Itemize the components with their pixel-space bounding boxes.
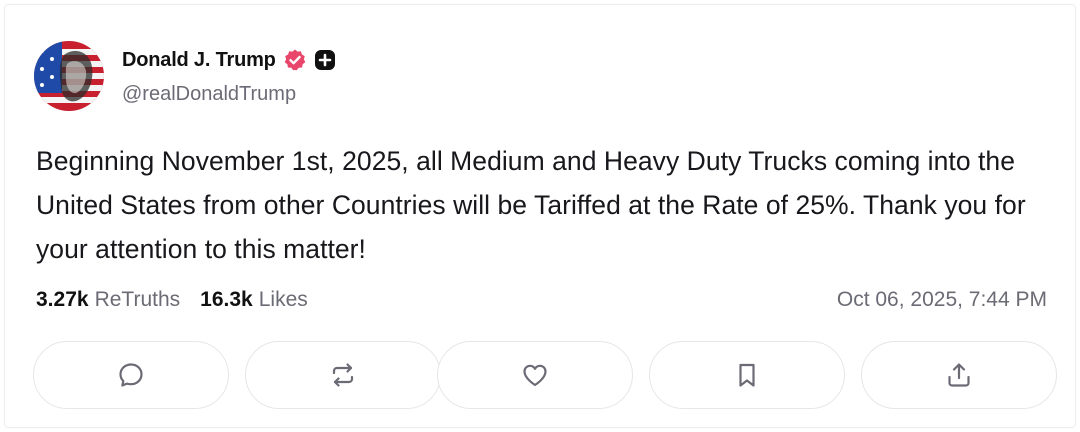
post-card: Donald J. Trump @realDonaldTrump Beginni… xyxy=(4,4,1076,428)
reply-button[interactable] xyxy=(33,341,229,409)
verified-badge-icon xyxy=(284,49,305,71)
repost-icon xyxy=(332,363,354,387)
retruth-button[interactable] xyxy=(245,341,441,409)
bookmark-button[interactable] xyxy=(649,341,845,409)
author-handle[interactable]: @realDonaldTrump xyxy=(122,83,296,106)
post-stats: 3.27k ReTruths 16.3k Likes xyxy=(36,288,308,312)
share-button[interactable] xyxy=(861,341,1057,409)
retruths-label[interactable]: ReTruths xyxy=(95,288,181,312)
share-icon xyxy=(948,363,970,387)
avatar[interactable] xyxy=(34,41,104,111)
likes-label[interactable]: Likes xyxy=(259,288,308,312)
avatar-icon xyxy=(34,41,104,111)
post-text: Beginning November 1st, 2025, all Medium… xyxy=(36,146,1026,264)
post-timestamp: Oct 06, 2025, 7:44 PM xyxy=(836,288,1047,311)
author-name-row: Donald J. Trump xyxy=(122,47,337,73)
like-button[interactable] xyxy=(437,341,633,409)
plus-badge-icon xyxy=(314,50,335,70)
heart-icon xyxy=(523,364,547,387)
likes-count[interactable]: 16.3k xyxy=(200,288,253,312)
bookmark-icon xyxy=(739,363,755,387)
comment-icon xyxy=(119,363,143,387)
retruths-count[interactable]: 3.27k xyxy=(36,288,89,312)
author-name[interactable]: Donald J. Trump xyxy=(122,49,276,72)
